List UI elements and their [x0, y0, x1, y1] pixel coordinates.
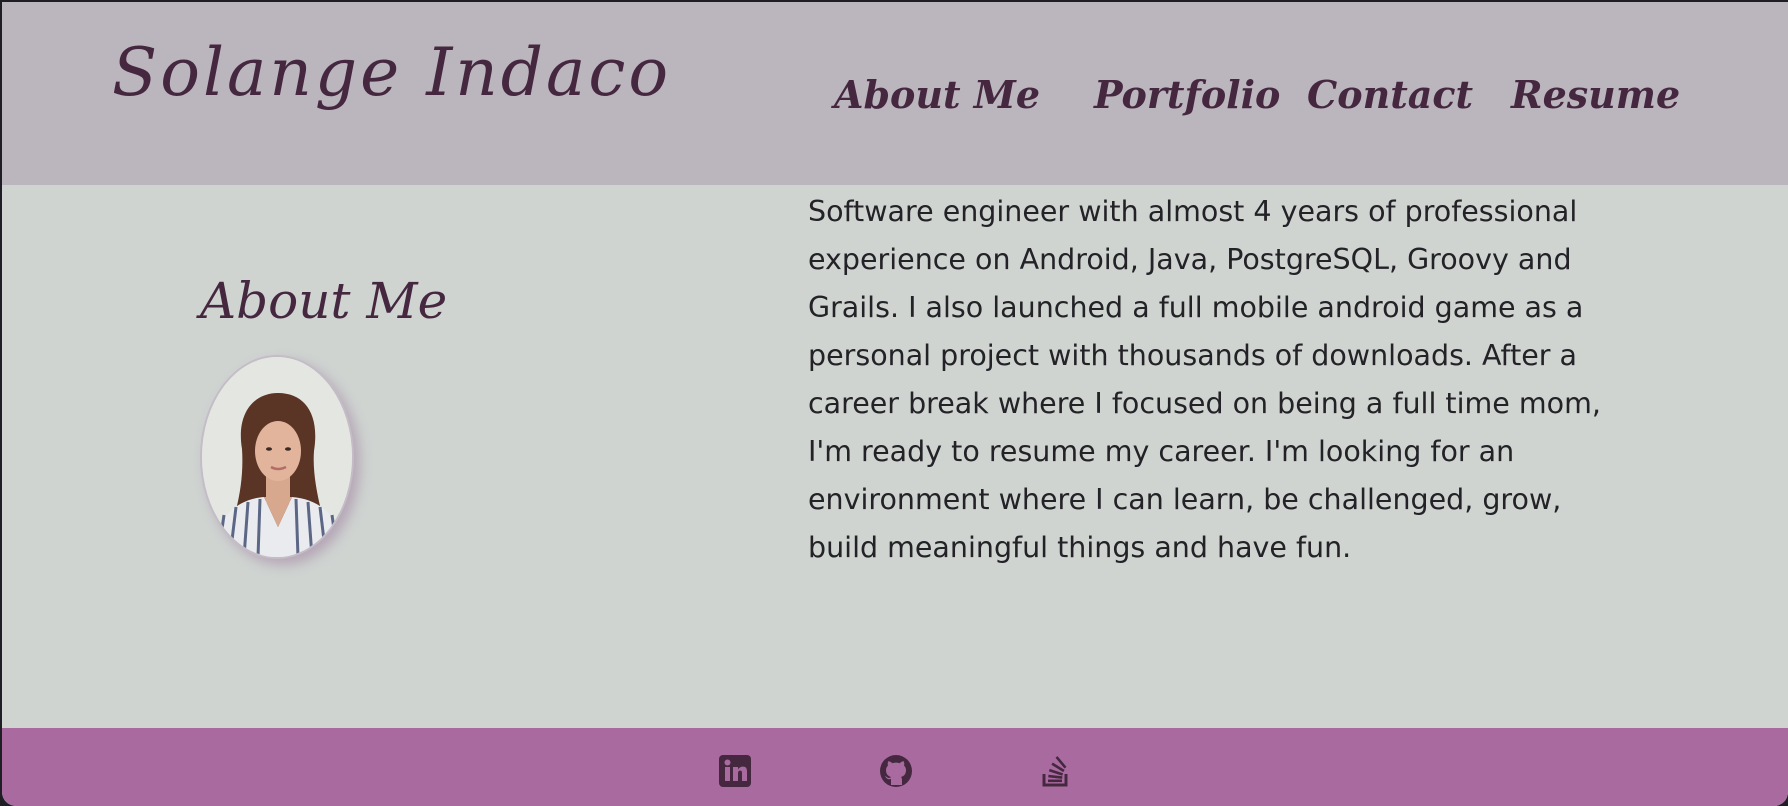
about-heading: About Me [200, 272, 448, 330]
portrait-image [202, 357, 352, 557]
bio-paragraph: Software engineer with almost 4 years of… [808, 195, 1601, 564]
site-footer [2, 728, 1788, 806]
nav-resume[interactable]: Resume [1511, 64, 1680, 124]
nav-about-me[interactable]: About Me [834, 64, 1040, 124]
nav-portfolio[interactable]: Portfolio [1094, 64, 1280, 124]
stackoverflow-icon[interactable] [1039, 754, 1073, 788]
site-header: Solange Indaco About Me Portfolio Contac… [2, 2, 1788, 185]
linkedin-icon[interactable] [718, 754, 752, 788]
brand-title[interactable]: Solange Indaco [112, 34, 671, 111]
browser-viewport: Solange Indaco About Me Portfolio Contac… [2, 2, 1788, 806]
nav-contact[interactable]: Contact [1307, 64, 1473, 124]
profile-photo [200, 355, 354, 559]
github-icon[interactable] [879, 754, 913, 788]
